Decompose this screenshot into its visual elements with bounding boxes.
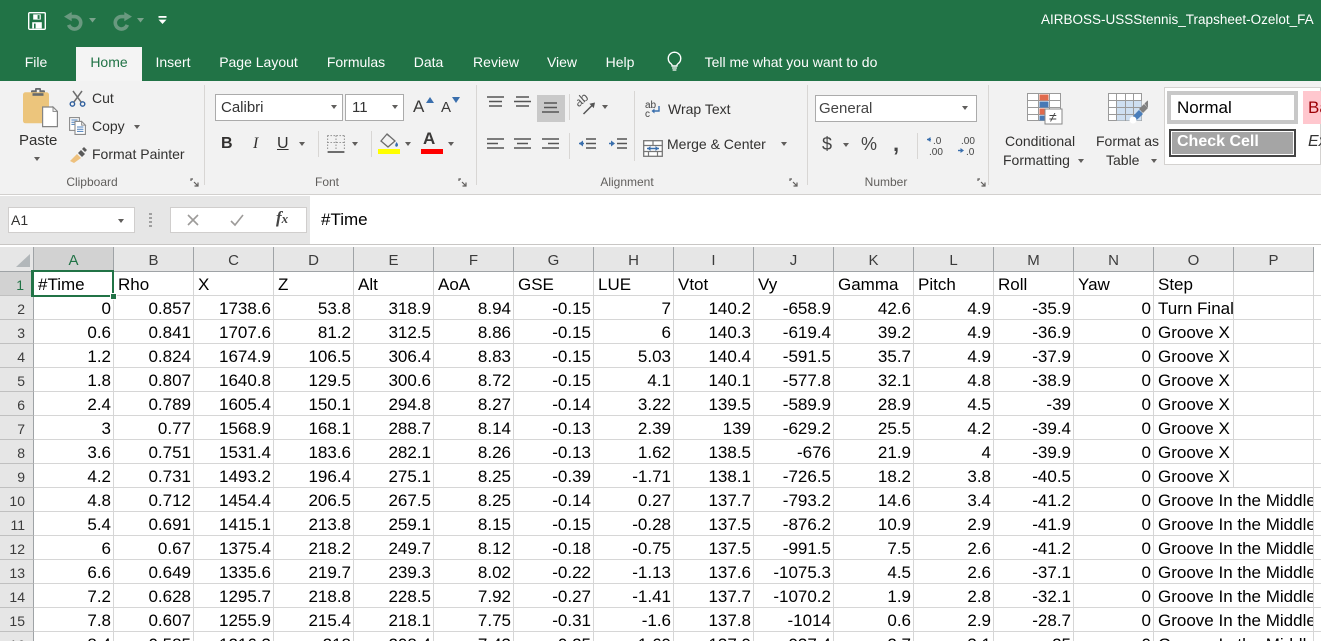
svg-text:.00: .00 xyxy=(961,136,975,147)
svg-text:.0: .0 xyxy=(966,147,975,157)
svg-text:.0: .0 xyxy=(933,136,942,147)
svg-text:.00: .00 xyxy=(929,147,943,157)
svg-text:ab: ab xyxy=(577,94,591,110)
svg-text:≠: ≠ xyxy=(1049,109,1057,125)
svg-text:c: c xyxy=(645,109,650,118)
